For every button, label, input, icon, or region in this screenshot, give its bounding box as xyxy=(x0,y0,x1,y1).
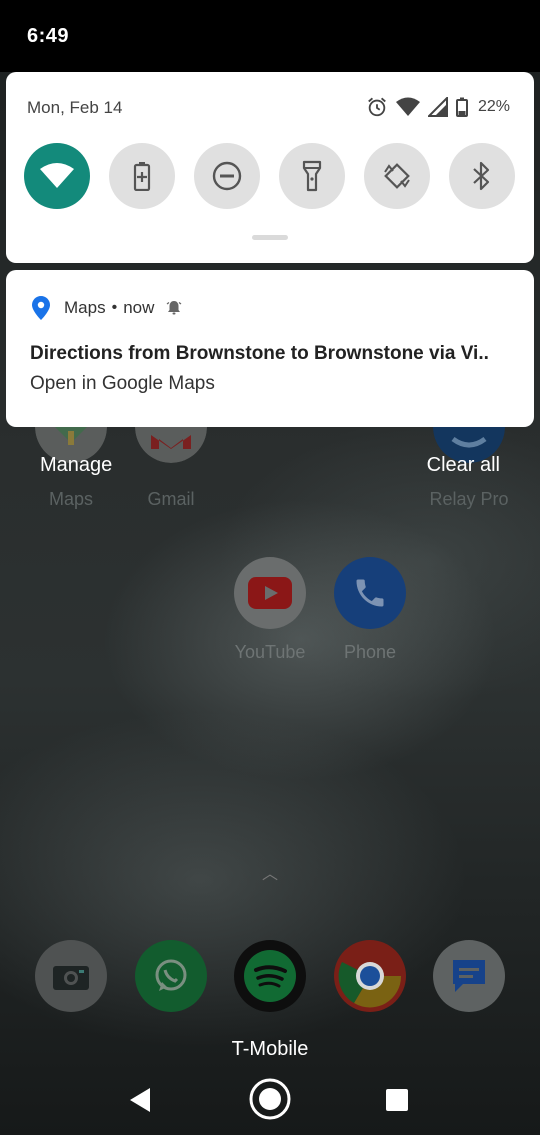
navigation-bar xyxy=(0,1070,540,1135)
wifi-icon xyxy=(40,163,74,188)
quick-settings-date: Mon, Feb 14 xyxy=(27,98,123,117)
camera-icon xyxy=(35,940,107,1012)
home-button[interactable] xyxy=(248,1077,292,1121)
recents-button[interactable] xyxy=(384,1087,410,1113)
carrier-label: T-Mobile xyxy=(231,1038,309,1060)
home-label-relay-pro: Relay Pro xyxy=(429,489,509,509)
clock: 6:49 xyxy=(27,25,70,47)
back-button[interactable] xyxy=(120,1084,160,1116)
notification-app-name: Maps xyxy=(64,298,106,317)
bluetooth-tile[interactable] xyxy=(449,143,515,209)
notification-header: Maps • now xyxy=(32,296,182,320)
alert-bell-icon xyxy=(166,301,182,315)
quick-settings-tiles xyxy=(24,143,516,209)
maps-pin-icon xyxy=(32,296,50,320)
auto-rotate-icon xyxy=(384,163,410,189)
phone-label: Phone xyxy=(343,642,397,662)
home-label-gmail: Gmail xyxy=(147,489,195,509)
manage-notifications-button[interactable]: Manage xyxy=(40,454,112,477)
notification-text: Open in Google Maps xyxy=(30,373,215,394)
messages-icon xyxy=(433,940,505,1012)
dock-chrome[interactable] xyxy=(334,940,406,1012)
spotify-icon xyxy=(234,940,306,1012)
dock-messages[interactable] xyxy=(433,940,505,1012)
phone-app[interactable]: Phone xyxy=(334,557,406,663)
wifi-tile[interactable] xyxy=(24,143,90,209)
whatsapp-icon xyxy=(135,940,207,1012)
do-not-disturb-tile[interactable] xyxy=(194,143,260,209)
back-triangle-icon xyxy=(130,1088,150,1112)
cellular-signal-icon xyxy=(427,97,448,117)
youtube-app[interactable]: YouTube xyxy=(234,557,306,663)
quick-settings-panel: Mon, Feb 14 22% xyxy=(6,72,534,263)
do-not-disturb-icon xyxy=(212,161,242,191)
phone-icon xyxy=(334,557,406,629)
battery-percent: 22% xyxy=(477,98,510,115)
notification-time: now xyxy=(123,298,155,317)
quick-settings-status-icons: 22% xyxy=(366,96,510,118)
panel-drag-handle[interactable] xyxy=(252,235,288,240)
clear-all-button[interactable]: Clear all xyxy=(427,454,500,477)
gmail-app-icon-partial[interactable] xyxy=(135,427,207,463)
home-circle-icon xyxy=(249,1078,291,1120)
youtube-icon xyxy=(234,557,306,629)
status-bar: 6:49 xyxy=(0,0,540,72)
flashlight-icon xyxy=(302,160,322,192)
recents-square-icon xyxy=(386,1089,408,1111)
battery-icon xyxy=(455,97,468,117)
auto-rotate-tile[interactable] xyxy=(364,143,430,209)
chrome-icon xyxy=(334,940,406,1012)
dock-whatsapp[interactable] xyxy=(135,940,207,1012)
battery-saver-tile[interactable] xyxy=(109,143,175,209)
app-drawer-chevron-icon[interactable]: ︿ xyxy=(262,860,278,884)
dock-spotify[interactable] xyxy=(234,940,306,1012)
wifi-status-icon xyxy=(395,97,420,116)
bluetooth-icon xyxy=(473,161,490,191)
alarm-icon xyxy=(368,97,386,117)
gmail-icon xyxy=(151,435,191,449)
notification-separator: • xyxy=(111,299,118,316)
notification-title: Directions from Brownstone to Brownstone… xyxy=(30,343,489,364)
flashlight-tile[interactable] xyxy=(279,143,345,209)
dock-camera[interactable] xyxy=(35,940,107,1012)
battery-saver-icon xyxy=(133,162,151,191)
maps-notification[interactable]: Maps • now Directions from Brownstone to… xyxy=(6,270,534,427)
